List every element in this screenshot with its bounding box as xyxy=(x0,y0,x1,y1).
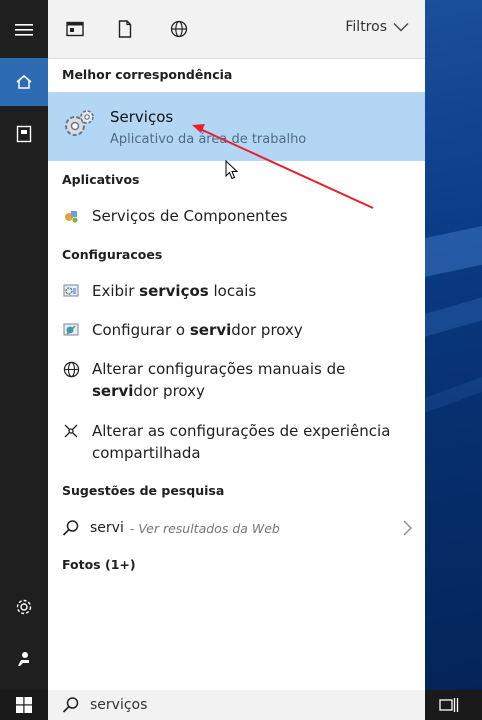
setting-label-pre: Configurar o xyxy=(92,321,190,339)
apps-filter-button[interactable] xyxy=(64,18,86,40)
setting-item-view-local-services[interactable]: Exibir serviços locais xyxy=(62,280,411,302)
photos-heading: Fotos (1+) xyxy=(62,557,136,572)
filters-dropdown[interactable]: Filtros xyxy=(345,19,409,35)
setting-label-pre: Alterar configurações manuais de xyxy=(92,360,346,378)
setting-label-post: dor proxy xyxy=(133,382,205,400)
filters-label: Filtros xyxy=(345,19,387,35)
setting-label-post: dor proxy xyxy=(231,321,303,339)
app-item-component-services[interactable]: Serviços de Componentes xyxy=(62,205,411,227)
search-icon xyxy=(62,697,79,713)
notebook-button[interactable] xyxy=(0,110,48,158)
chevron-down-icon xyxy=(393,23,409,32)
search-input[interactable] xyxy=(90,697,390,713)
app-item-label: Serviços de Componentes xyxy=(92,207,288,225)
best-match-item[interactable]: Serviços Aplicativo da área de trabalho xyxy=(48,92,425,161)
gear-icon xyxy=(16,599,32,615)
services-gear-icon xyxy=(65,110,94,136)
chevron-right-icon xyxy=(403,520,412,536)
setting-item-manual-proxy[interactable]: Alterar configurações manuais de servido… xyxy=(62,358,411,402)
app-window-icon xyxy=(66,21,84,37)
feedback-icon xyxy=(18,652,29,666)
task-view-button[interactable] xyxy=(437,695,461,715)
task-view-icon xyxy=(439,698,459,712)
search-icon xyxy=(62,520,79,536)
best-match-subtitle: Aplicativo da área de trabalho xyxy=(110,132,307,147)
taskbar-search-box[interactable] xyxy=(48,690,425,720)
best-match-title: Serviços xyxy=(110,108,174,126)
setting-label-pre: Exibir xyxy=(92,282,140,300)
setting-label-post: locais xyxy=(208,282,257,300)
shared-experience-icon xyxy=(62,422,80,440)
apps-heading: Aplicativos xyxy=(62,172,140,187)
documents-filter-button[interactable] xyxy=(114,18,136,40)
home-button[interactable] xyxy=(0,58,48,106)
settings-heading: Configuracoes xyxy=(62,247,163,262)
hamburger-icon xyxy=(15,24,33,36)
component-services-icon xyxy=(62,207,80,225)
setting-label-match: serviços xyxy=(139,282,209,300)
setting-label-pre: Alterar as configurações de experiência … xyxy=(92,422,391,462)
internet-options-icon xyxy=(62,321,80,339)
mouse-cursor-icon xyxy=(225,160,239,180)
setting-item-shared-experiences[interactable]: Alterar as configurações de experiência … xyxy=(62,420,411,464)
feedback-button[interactable] xyxy=(0,635,48,683)
setting-label-match: servi xyxy=(92,382,134,400)
desktop-background xyxy=(425,0,482,690)
start-left-rail xyxy=(0,0,48,690)
document-icon xyxy=(118,20,132,38)
start-button[interactable] xyxy=(0,690,48,720)
suggestions-heading: Sugestões de pesquisa xyxy=(62,483,225,498)
setting-label-match: servi xyxy=(189,321,232,339)
settings-button[interactable] xyxy=(0,583,48,631)
hamburger-menu-button[interactable] xyxy=(0,6,48,54)
web-filter-button[interactable] xyxy=(168,18,190,40)
windows-logo-icon xyxy=(16,697,32,713)
web-suggestion-hint: - Ver resultados da Web xyxy=(129,520,280,536)
web-suggestion-query: servi xyxy=(90,520,124,536)
setting-item-configure-proxy[interactable]: Configurar o servidor proxy xyxy=(62,319,411,341)
taskbar xyxy=(0,690,482,720)
notebook-icon xyxy=(16,125,32,143)
control-panel-icon xyxy=(62,282,80,300)
best-match-heading: Melhor correspondência xyxy=(62,67,233,82)
globe-icon xyxy=(170,20,188,38)
web-suggestion-item[interactable]: servi - Ver resultados da Web xyxy=(62,516,412,540)
globe-icon xyxy=(62,360,80,378)
search-results-panel: Filtros Melhor correspondência Serviços … xyxy=(48,0,425,690)
filter-toolbar: Filtros xyxy=(48,0,425,59)
home-icon xyxy=(16,75,32,89)
